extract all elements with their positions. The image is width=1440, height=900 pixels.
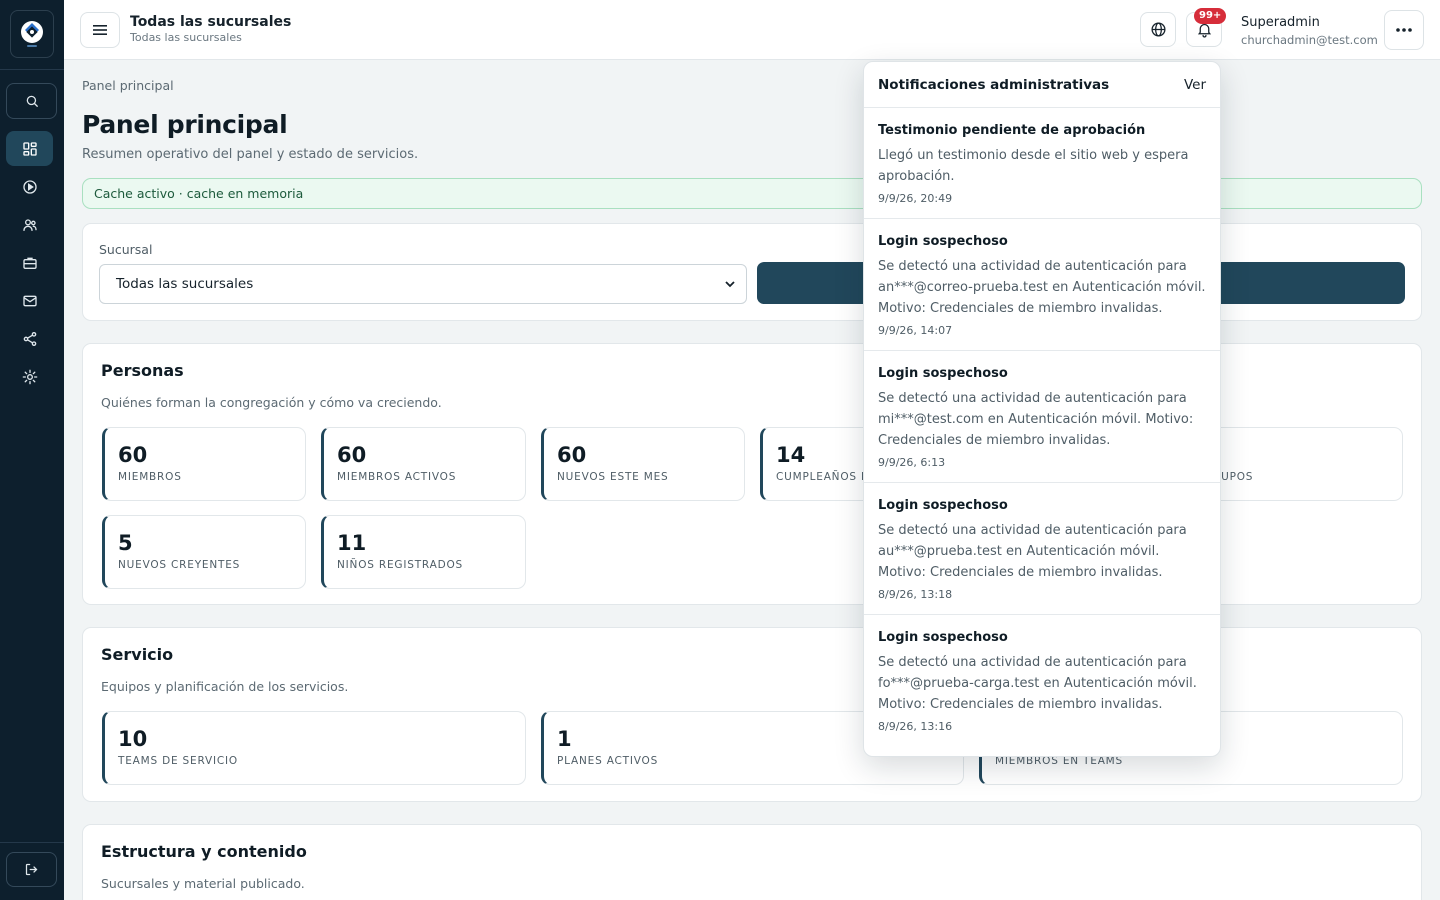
hamburger-icon [93, 25, 107, 35]
globe-icon [1150, 22, 1166, 37]
view-all-notifications-link[interactable]: Ver [1184, 77, 1206, 93]
topbar: Todas las sucursales Todas las sucursale… [64, 0, 1440, 60]
notification-item[interactable]: Login sospechoso Se detectó una activida… [864, 219, 1220, 351]
notification-title: Login sospechoso [878, 498, 1008, 513]
estructura-section: Estructura y contenido Sucursales y mate… [82, 824, 1422, 900]
section-title: Estructura y contenido [101, 842, 307, 861]
topbar-subtitle: Todas las sucursales [130, 31, 242, 44]
mail-icon [22, 295, 37, 306]
chevron-down-icon [725, 281, 735, 288]
sidebar-item-messages[interactable] [6, 283, 53, 318]
page-subtitle: Resumen operativo del panel y estado de … [82, 147, 419, 162]
stat-card[interactable]: 5 NUEVOS CREYENTES [102, 515, 306, 589]
notification-time: 8/9/26, 13:16 [878, 720, 953, 733]
stat-card[interactable]: 10 TEAMS DE SERVICIO [102, 711, 526, 785]
servicio-section: Servicio Equipos y planificación de los … [82, 627, 1422, 802]
sidebar-item-sharing[interactable] [6, 321, 53, 356]
sidebar-item-services[interactable] [6, 245, 53, 280]
briefcase-icon [22, 257, 37, 269]
notification-body: Se detectó una actividad de autenticació… [878, 523, 1187, 580]
notification-title: Testimonio pendiente de aprobación [878, 123, 1146, 138]
logout-icon [25, 863, 38, 876]
stat-value: 14 [776, 443, 806, 467]
user-email: churchadmin@test.com [1241, 33, 1378, 47]
notification-time: 9/9/26, 14:07 [878, 324, 953, 337]
branch-select-value: Todas las sucursales [116, 276, 254, 292]
sidebar-divider [0, 842, 64, 843]
more-horizontal-icon [1396, 28, 1412, 32]
sidebar-divider [0, 69, 64, 70]
stat-label: NUEVOS CREYENTES [118, 559, 241, 571]
stat-label: MIEMBROS ACTIVOS [337, 471, 457, 483]
notifications-title: Notificaciones administrativas [878, 77, 1110, 93]
stat-label: NUEVOS ESTE MES [557, 471, 669, 483]
stat-label: NIÑOS REGISTRADOS [337, 559, 463, 571]
page-title: Panel principal [82, 110, 288, 139]
sidebar-item-members[interactable] [6, 207, 53, 242]
notification-item[interactable]: Login sospechoso Se detectó una activida… [864, 483, 1220, 615]
stat-value: 11 [337, 531, 367, 555]
notification-item[interactable]: Testimonio pendiente de aprobación Llegó… [864, 108, 1220, 219]
section-title: Servicio [101, 645, 174, 664]
stat-value: 60 [557, 443, 587, 467]
notification-body: Se detectó una actividad de autenticació… [878, 391, 1194, 448]
notification-body: Llegó un testimonio desde el sitio web y… [878, 148, 1189, 184]
notifications-dropdown: Notificaciones administrativas Ver Testi… [863, 61, 1221, 757]
sidebar-item-dashboard[interactable] [6, 131, 53, 166]
stat-label: MIEMBROS [118, 471, 182, 483]
cache-status-badge: Cache activo · cache en memoria [82, 178, 1422, 209]
branch-filter-card: Sucursal Todas las sucursales [82, 223, 1422, 321]
section-subtitle: Quiénes forman la congregación y cómo va… [101, 395, 442, 410]
stat-value: 5 [118, 531, 133, 555]
stat-card[interactable]: 11 NIÑOS REGISTRADOS [321, 515, 526, 589]
stat-label: TEAMS DE SERVICIO [118, 755, 238, 767]
breadcrumb[interactable]: Panel principal [82, 78, 174, 93]
search-icon [26, 95, 38, 107]
user-name: Superadmin [1241, 15, 1320, 30]
notification-time: 8/9/26, 13:18 [878, 588, 953, 601]
topbar-title: Todas las sucursales [130, 14, 292, 30]
notifications-header: Notificaciones administrativas Ver [864, 62, 1220, 108]
notification-time: 9/9/26, 6:13 [878, 456, 946, 469]
branch-select[interactable]: Todas las sucursales [99, 264, 747, 304]
user-menu-button[interactable] [1384, 10, 1424, 50]
notification-item[interactable]: Login sospechoso Se detectó una activida… [864, 351, 1220, 483]
notification-count-badge: 99+ [1194, 8, 1227, 24]
notification-title: Login sospechoso [878, 234, 1008, 249]
stat-card[interactable]: 60 MIEMBROS ACTIVOS [321, 427, 526, 501]
branch-filter-label: Sucursal [99, 242, 153, 257]
logout-button[interactable] [6, 852, 57, 887]
stat-card[interactable]: 60 NUEVOS ESTE MES [541, 427, 745, 501]
play-icon [22, 179, 37, 194]
notification-time: 9/9/26, 20:49 [878, 192, 953, 205]
notification-title: Login sospechoso [878, 366, 1008, 381]
church-logo-icon[interactable] [10, 10, 54, 58]
dashboard-icon [22, 141, 37, 156]
settings-icon [22, 369, 37, 384]
notification-body: Se detectó una actividad de autenticació… [878, 259, 1206, 316]
stat-value: 60 [337, 443, 367, 467]
stat-label: CUMPLEAÑOS D [776, 471, 870, 483]
section-subtitle: Sucursales y material publicado. [101, 876, 305, 891]
sidebar [0, 0, 64, 900]
stat-value: 60 [118, 443, 148, 467]
stat-card[interactable]: 60 MIEMBROS [102, 427, 306, 501]
sidebar-item-media[interactable] [6, 169, 53, 204]
notification-item[interactable]: Login sospechoso Se detectó una activida… [864, 615, 1220, 746]
share-icon [23, 331, 36, 346]
section-title: Personas [101, 361, 184, 380]
sidebar-search-button[interactable] [6, 83, 57, 119]
stat-value: 1 [557, 727, 572, 751]
stat-value: 10 [118, 727, 148, 751]
language-button[interactable] [1140, 12, 1176, 47]
notification-body: Se detectó una actividad de autenticació… [878, 655, 1197, 712]
personas-section: Personas Quiénes forman la congregación … [82, 343, 1422, 605]
menu-toggle-button[interactable] [80, 12, 120, 48]
sidebar-item-settings[interactable] [6, 359, 53, 394]
users-icon [22, 218, 37, 231]
stat-label: PLANES ACTIVOS [557, 755, 659, 767]
notification-title: Login sospechoso [878, 630, 1008, 645]
section-subtitle: Equipos y planificación de los servicios… [101, 679, 349, 694]
